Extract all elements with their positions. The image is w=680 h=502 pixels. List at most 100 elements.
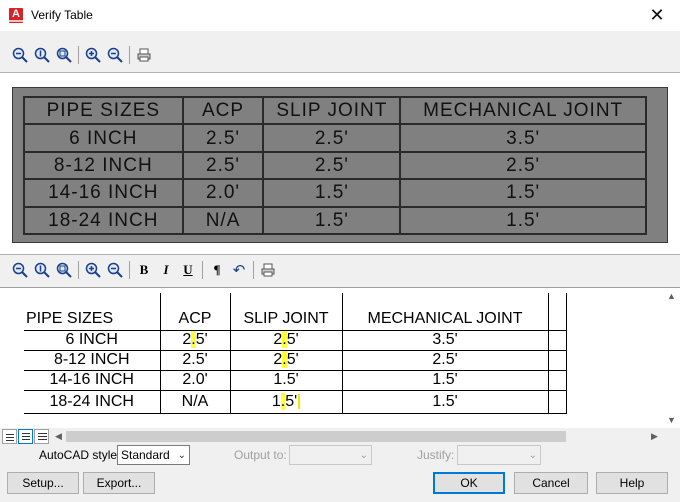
editor-cell[interactable]: 2.5': [229, 349, 343, 371]
text-view-icon[interactable]: [18, 429, 33, 444]
editor-cell[interactable]: 1.5': [229, 369, 343, 391]
close-button[interactable]: ✕: [634, 0, 680, 31]
title-bar: A Verify Table ✕: [0, 0, 680, 31]
editor-header-cell[interactable]: ACP: [159, 293, 231, 331]
preview-header-cell: ACP: [181, 95, 265, 126]
editor-cell[interactable]: 1.5': [229, 389, 343, 414]
highlight-mark: .: [282, 331, 287, 348]
scroll-left-icon[interactable]: ◀: [50, 428, 67, 445]
print-icon[interactable]: [257, 259, 279, 281]
preview-cell: N/A: [181, 205, 265, 236]
toolbar-separator: [78, 46, 79, 64]
justify-dropdown[interactable]: ⌄: [457, 445, 541, 465]
editor-cell[interactable]: 8-12 INCH: [24, 349, 161, 371]
zoom-extents-icon[interactable]: [53, 259, 75, 281]
zoom-window-icon[interactable]: [31, 259, 53, 281]
paragraph-button[interactable]: ¶: [206, 259, 228, 281]
editor-empty-cell[interactable]: [547, 349, 567, 371]
vertical-scrollbar[interactable]: ▲ ▼: [663, 288, 680, 429]
editor-empty-cell[interactable]: [547, 293, 567, 331]
editor-row: 14-16 INCH 2.0' 1.5' 1.5': [24, 369, 567, 391]
bold-button[interactable]: B: [133, 259, 155, 281]
editor-empty-cell[interactable]: [547, 369, 567, 391]
zoom-out-icon[interactable]: [9, 44, 31, 66]
help-button[interactable]: Help: [596, 472, 668, 494]
preview-cell: 2.5': [181, 150, 265, 181]
preview-cell: 2.5': [181, 123, 265, 153]
window-title: Verify Table: [31, 8, 93, 22]
scrollbar-thumb[interactable]: [66, 431, 566, 442]
editor-cell-text: 2.5': [273, 331, 299, 348]
horizontal-scrollbar[interactable]: ◀ ▶: [0, 428, 680, 445]
editor-table[interactable]: PIPE SIZES ACP SLIP JOINT MECHANICAL JOI…: [24, 293, 567, 414]
preview-header-cell: SLIP JOINT: [262, 95, 402, 126]
cancel-button[interactable]: Cancel: [514, 472, 588, 494]
print-icon[interactable]: [133, 44, 155, 66]
editor-cell[interactable]: 2.5': [159, 349, 231, 371]
list-view-icon[interactable]: [34, 429, 49, 444]
editor-header-cell[interactable]: PIPE SIZES: [24, 293, 161, 331]
toolbar-separator: [78, 261, 79, 279]
preview-cell: 3.5': [399, 123, 647, 153]
editor-cell[interactable]: 6 INCH: [24, 329, 161, 351]
table-preview: PIPE SIZES ACP SLIP JOINT MECHANICAL JOI…: [0, 72, 680, 255]
preview-table: PIPE SIZES ACP SLIP JOINT MECHANICAL JOI…: [23, 95, 647, 236]
preview-row: 6 INCH 2.5' 2.5' 3.5': [23, 123, 647, 153]
undo-button[interactable]: ↶: [228, 259, 250, 281]
scroll-up-icon[interactable]: ▲: [663, 288, 680, 305]
preview-cell: 1.5': [262, 178, 402, 208]
export-button[interactable]: Export...: [83, 472, 155, 494]
zoom-out-icon[interactable]: [9, 259, 31, 281]
preview-cell: 2.5': [262, 150, 402, 181]
editor-row: 18-24 INCH N/A 1.5' 1.5': [24, 389, 567, 414]
editor-cell[interactable]: 18-24 INCH: [24, 389, 161, 414]
editor-row: 6 INCH 2.5' 2.5' 3.5': [24, 329, 567, 351]
editor-row: 8-12 INCH 2.5' 2.5' 2.5': [24, 349, 567, 371]
output-dropdown[interactable]: ⌄: [289, 445, 372, 465]
highlight-mark: .: [280, 392, 286, 410]
table-editor[interactable]: PIPE SIZES ACP SLIP JOINT MECHANICAL JOI…: [0, 287, 680, 429]
zoom-out-small-icon[interactable]: [104, 259, 126, 281]
preview-cell: 2.0': [181, 178, 265, 208]
zoom-out-small-icon[interactable]: [104, 44, 126, 66]
editor-header-cell[interactable]: SLIP JOINT: [229, 293, 343, 331]
zoom-window-icon[interactable]: [31, 44, 53, 66]
italic-button[interactable]: I: [155, 259, 177, 281]
editor-cell[interactable]: 1.5': [341, 369, 549, 391]
editor-cell[interactable]: 2.5': [341, 349, 549, 371]
chevron-down-icon: ⌄: [528, 450, 537, 461]
style-label: AutoCAD style:: [39, 448, 121, 462]
scroll-down-icon[interactable]: ▼: [663, 412, 680, 429]
preview-header-row: PIPE SIZES ACP SLIP JOINT MECHANICAL JOI…: [23, 95, 647, 126]
preview-frame: PIPE SIZES ACP SLIP JOINT MECHANICAL JOI…: [12, 87, 668, 243]
underline-button[interactable]: U: [177, 259, 199, 281]
editor-cell[interactable]: 2.0': [159, 369, 231, 391]
grid-view-icon[interactable]: [2, 429, 17, 444]
setup-button[interactable]: Setup...: [7, 472, 79, 494]
toolbar-separator: [202, 261, 203, 279]
style-dropdown[interactable]: Standard ⌄: [117, 445, 190, 465]
preview-cell: 8-12 INCH: [23, 150, 184, 181]
justify-label: Justify:: [417, 448, 455, 462]
zoom-in-icon[interactable]: [82, 259, 104, 281]
editor-cell[interactable]: N/A: [159, 389, 231, 414]
preview-row: 18-24 INCH N/A 1.5' 1.5': [23, 205, 647, 236]
editor-toolbar: B I U ¶ ↶: [0, 257, 680, 283]
editor-empty-cell[interactable]: [547, 389, 567, 414]
editor-empty-cell[interactable]: [547, 329, 567, 351]
preview-cell: 2.5': [262, 123, 402, 153]
autocad-logo-icon: A: [9, 8, 23, 23]
zoom-in-icon[interactable]: [82, 44, 104, 66]
zoom-extents-icon[interactable]: [53, 44, 75, 66]
editor-cell[interactable]: 2.5': [159, 329, 231, 351]
editor-cell[interactable]: 2.5': [229, 329, 343, 351]
toolbar-separator: [253, 261, 254, 279]
editor-cell[interactable]: 14-16 INCH: [24, 369, 161, 391]
preview-header-cell: PIPE SIZES: [23, 95, 184, 126]
editor-header-cell[interactable]: MECHANICAL JOINT: [341, 293, 549, 331]
editor-cell[interactable]: 1.5': [341, 389, 549, 414]
chevron-down-icon: ⌄: [177, 450, 186, 461]
ok-button[interactable]: OK: [433, 472, 505, 494]
editor-cell[interactable]: 3.5': [341, 329, 549, 351]
scroll-right-icon[interactable]: ▶: [646, 428, 663, 445]
